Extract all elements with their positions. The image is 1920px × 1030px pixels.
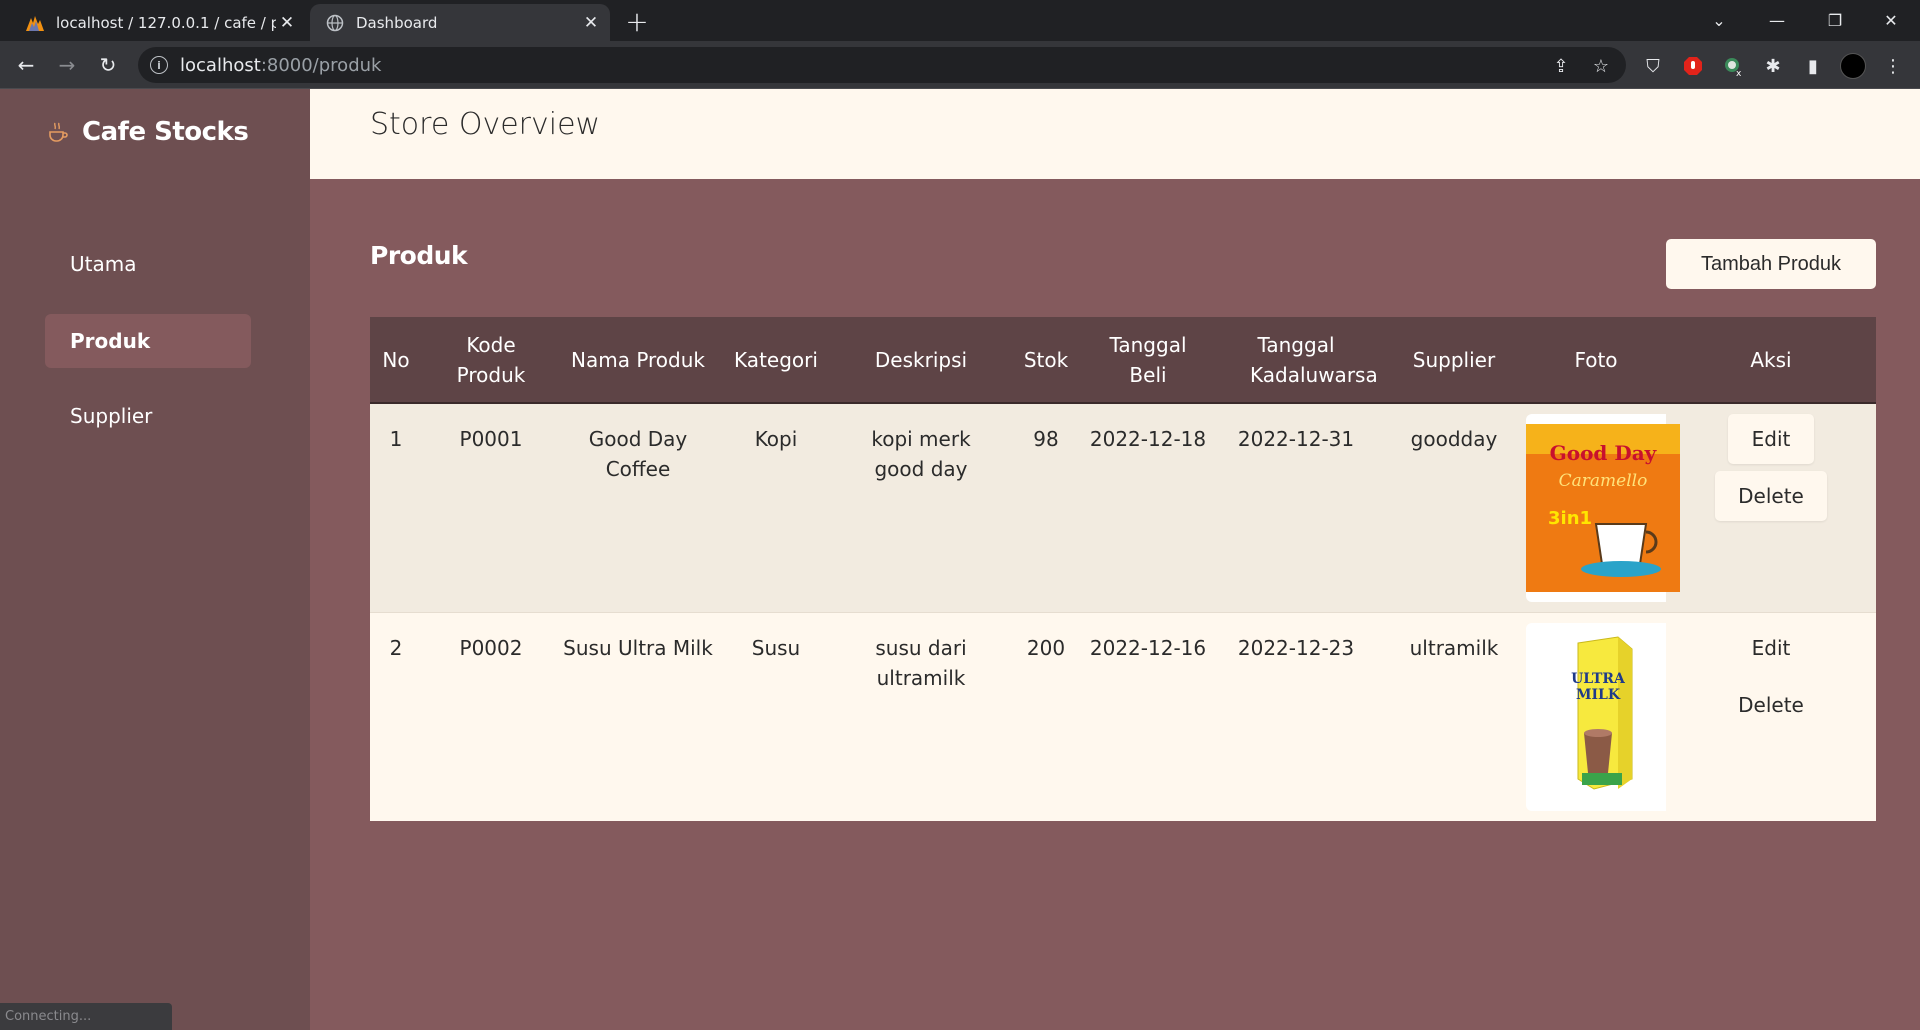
cell-supplier: ultramilk	[1382, 612, 1526, 821]
puzzle-extensions-icon[interactable]: ✱	[1760, 53, 1786, 79]
browser-status-bubble: Connecting...	[0, 1003, 172, 1030]
sidebar-item-label: Utama	[70, 252, 137, 276]
cell-no: 2	[370, 612, 422, 821]
cell-nama: Susu Ultra Milk	[560, 612, 716, 821]
col-header-tanggal-beli: Tanggal Beli	[1086, 317, 1210, 404]
cell-kode: P0002	[422, 612, 560, 821]
product-photo-goodday: Good Day Caramello 3in1	[1526, 414, 1680, 602]
cell-deskripsi: kopi merk good day	[836, 403, 1006, 612]
page-title: Store Overview	[370, 107, 601, 142]
address-bar[interactable]: i localhost :8000/produk	[138, 47, 1626, 83]
cell-aksi: Edit Delete	[1666, 403, 1876, 612]
page-header: Store Overview	[310, 89, 1920, 179]
cell-foto: ULTRA MILK	[1526, 612, 1680, 821]
delete-button[interactable]: Delete	[1715, 471, 1827, 521]
url-host: localhost	[180, 54, 261, 76]
delete-button[interactable]: Delete	[1715, 680, 1827, 730]
brand[interactable]: Cafe Stocks	[46, 117, 249, 147]
sidebar: Cafe Stocks Utama Produk Supplier	[0, 89, 310, 1030]
extension-icon[interactable]: x	[1720, 53, 1746, 79]
globe-icon	[324, 12, 346, 34]
browser-tab-dashboard[interactable]: Dashboard ✕	[310, 4, 610, 41]
url-path: :8000/produk	[260, 54, 382, 76]
add-product-button[interactable]: Tambah Produk	[1666, 239, 1876, 289]
cell-supplier: goodday	[1382, 403, 1526, 612]
browser-tab-phpmyadmin[interactable]: localhost / 127.0.0.1 / cafe / prod ✕	[14, 4, 306, 41]
photo-brand-text: ULTRA	[1571, 671, 1626, 687]
cell-tanggal-beli: 2022-12-18	[1086, 403, 1210, 612]
cell-aksi: Edit Delete	[1666, 612, 1876, 821]
browser-tab-bar: localhost / 127.0.0.1 / cafe / prod ✕ Da…	[0, 0, 1920, 41]
tab-title: Dashboard	[356, 13, 438, 32]
coffee-cup-icon	[46, 120, 70, 144]
side-panel-icon[interactable]: ▮	[1800, 53, 1826, 79]
menu-kebab-icon[interactable]: ⋮	[1880, 53, 1906, 79]
cell-kategori: Susu	[716, 612, 836, 821]
cell-tanggal-beli: 2022-12-16	[1086, 612, 1210, 821]
col-header-nama: Nama Produk	[560, 317, 716, 404]
col-header-kategori: Kategori	[716, 317, 836, 404]
col-header-aksi: Aksi	[1666, 317, 1876, 404]
shield-extension-icon[interactable]: ⛉	[1640, 53, 1666, 79]
cell-tanggal-kadaluwarsa: 2022-12-23	[1210, 612, 1382, 821]
photo-variant-text: MILK	[1576, 687, 1621, 703]
table-row: 2 P0002 Susu Ultra Milk Susu susu dari u…	[370, 612, 1876, 821]
tab-search-icon[interactable]: ⌄	[1690, 0, 1748, 41]
table-header-row: No Kode Produk Nama Produk Kategori Desk…	[370, 317, 1876, 404]
close-window-icon[interactable]: ✕	[1862, 0, 1920, 41]
col-header-no: No	[370, 317, 422, 404]
brand-name: Cafe Stocks	[82, 117, 249, 147]
cell-stok: 98	[1006, 403, 1086, 612]
close-tab-icon[interactable]: ✕	[580, 12, 602, 34]
col-header-kode: Kode Produk	[422, 317, 560, 404]
phpmyadmin-icon	[24, 12, 46, 34]
share-icon[interactable]: ⇪	[1548, 53, 1574, 79]
app: Cafe Stocks Utama Produk Supplier Store …	[0, 89, 1920, 1030]
photo-brand-text: Good Day	[1550, 441, 1658, 465]
svg-text:x: x	[1736, 69, 1742, 77]
cell-foto: Good Day Caramello 3in1	[1526, 403, 1680, 612]
cell-kategori: Kopi	[716, 403, 836, 612]
svg-text:3in1: 3in1	[1548, 508, 1592, 529]
products-table: No Kode Produk Nama Produk Kategori Desk…	[370, 317, 1876, 821]
forward-icon[interactable]: →	[51, 49, 83, 81]
sidebar-item-label: Supplier	[70, 404, 153, 428]
browser-toolbar: ← → ↻ i localhost :8000/produk ⇪ ☆ ⛉ x ✱…	[0, 41, 1920, 89]
photo-variant-text: Caramello	[1559, 471, 1648, 491]
cell-tanggal-kadaluwarsa: 2022-12-31	[1210, 403, 1382, 612]
sidebar-item-label: Produk	[70, 329, 151, 353]
restore-icon[interactable]: ❐	[1806, 0, 1864, 41]
edit-button[interactable]: Edit	[1728, 623, 1814, 673]
sidebar-item-supplier[interactable]: Supplier	[45, 389, 251, 443]
bookmark-star-icon[interactable]: ☆	[1588, 53, 1614, 79]
cell-deskripsi: susu dari ultramilk	[836, 612, 1006, 821]
sidebar-item-produk[interactable]: Produk	[45, 314, 251, 368]
main-content: Produk Tambah Produk No Kode Produk Nama…	[310, 179, 1920, 1030]
cell-kode: P0001	[422, 403, 560, 612]
product-photo-ultramilk: ULTRA MILK	[1526, 622, 1680, 811]
table-row: 1 P0001 Good Day Coffee Kopi kopi merk g…	[370, 403, 1876, 612]
cell-no: 1	[370, 403, 422, 612]
col-header-supplier: Supplier	[1382, 317, 1526, 404]
col-header-stok: Stok	[1006, 317, 1086, 404]
cell-stok: 200	[1006, 612, 1086, 821]
col-header-foto: Foto	[1526, 317, 1666, 404]
new-tab-button[interactable]: +	[622, 5, 652, 38]
col-header-tanggal-kadaluwarsa: Tanggal Kadaluwarsa	[1210, 317, 1382, 404]
tab-title: localhost / 127.0.0.1 / cafe / prod	[56, 13, 276, 32]
col-header-deskripsi: Deskripsi	[836, 317, 1006, 404]
minimize-icon[interactable]: —	[1748, 0, 1806, 41]
back-icon[interactable]: ←	[10, 49, 42, 81]
profile-avatar[interactable]	[1840, 53, 1866, 79]
sidebar-item-utama[interactable]: Utama	[45, 237, 251, 291]
reload-icon[interactable]: ↻	[92, 49, 124, 81]
cell-nama: Good Day Coffee	[560, 403, 716, 612]
edit-button[interactable]: Edit	[1728, 414, 1814, 464]
adblock-extension-icon[interactable]	[1680, 53, 1706, 79]
info-icon[interactable]: i	[150, 56, 168, 74]
close-tab-icon[interactable]: ✕	[276, 12, 298, 34]
section-title: Produk	[370, 241, 468, 270]
